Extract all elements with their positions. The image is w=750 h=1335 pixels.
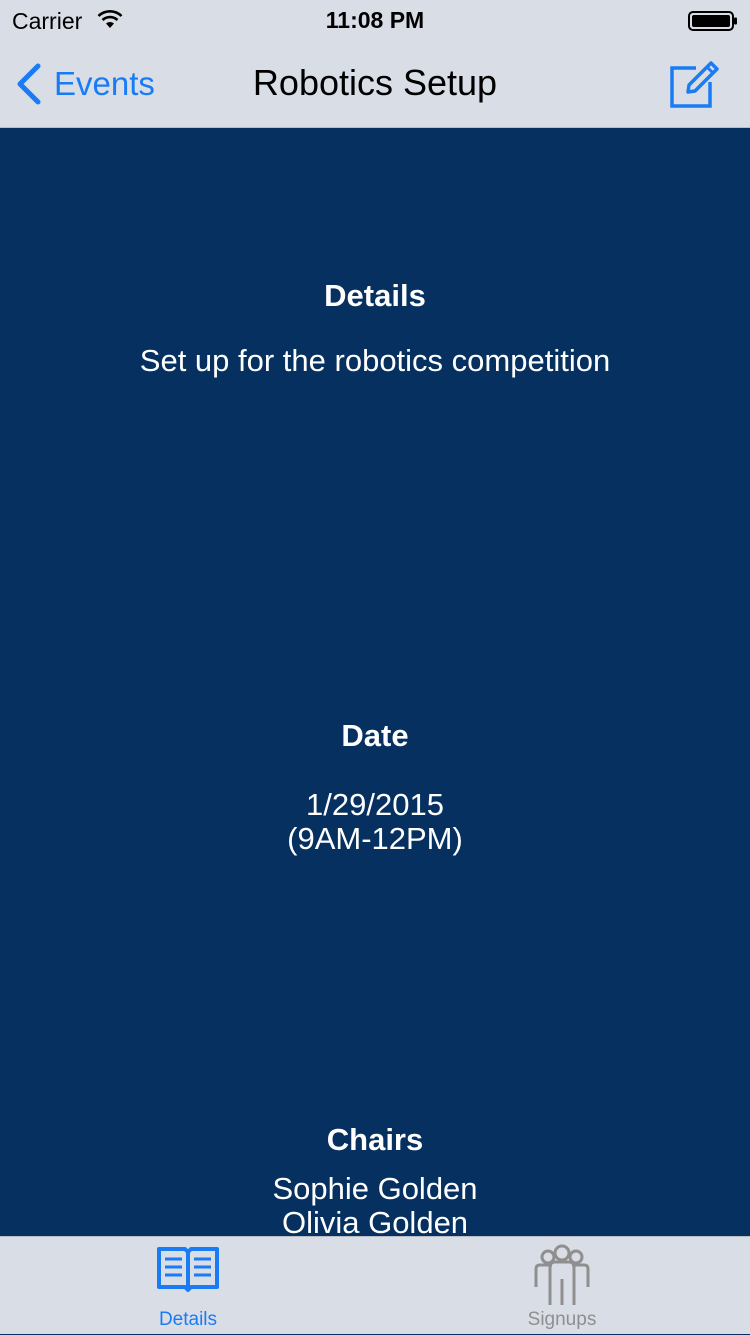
details-heading: Details: [324, 278, 426, 313]
chair-name: Olivia Golden: [281, 1205, 469, 1237]
chairs-section: Chairs Sophie Golden Olivia Golden: [0, 1122, 750, 1236]
compose-icon: [670, 61, 719, 108]
details-text: Set up for the robotics competition: [139, 343, 611, 378]
book-icon: [157, 1247, 219, 1292]
battery-icon: [688, 11, 737, 31]
date-section: Date 1/29/2015 (9AM-12PM): [0, 718, 750, 856]
date-heading: Date: [341, 718, 409, 753]
people-icon: [534, 1244, 590, 1305]
chair-name: Sophie Golden: [272, 1171, 478, 1206]
edit-button[interactable]: [666, 56, 722, 112]
tab-details-label: Details: [158, 1309, 218, 1330]
tab-details[interactable]: Details: [98, 1237, 278, 1335]
status-time: 11:08 PM: [325, 7, 425, 33]
page-title: Robotics Setup: [252, 62, 498, 103]
tab-signups[interactable]: Signups: [472, 1237, 652, 1335]
status-bar: Carrier 11:08 PM: [0, 0, 750, 40]
date-value: 1/29/2015: [306, 787, 444, 822]
tab-bar: Details Signups: [0, 1236, 750, 1334]
tab-signups-label: Signups: [527, 1309, 597, 1330]
chairs-heading: Chairs: [326, 1122, 424, 1157]
event-detail-content: Details Set up for the robotics competit…: [0, 128, 750, 1236]
time-range: (9AM-12PM): [287, 821, 463, 856]
navigation-bar: Events Robotics Setup: [0, 40, 750, 128]
details-section: Details Set up for the robotics competit…: [0, 278, 750, 378]
